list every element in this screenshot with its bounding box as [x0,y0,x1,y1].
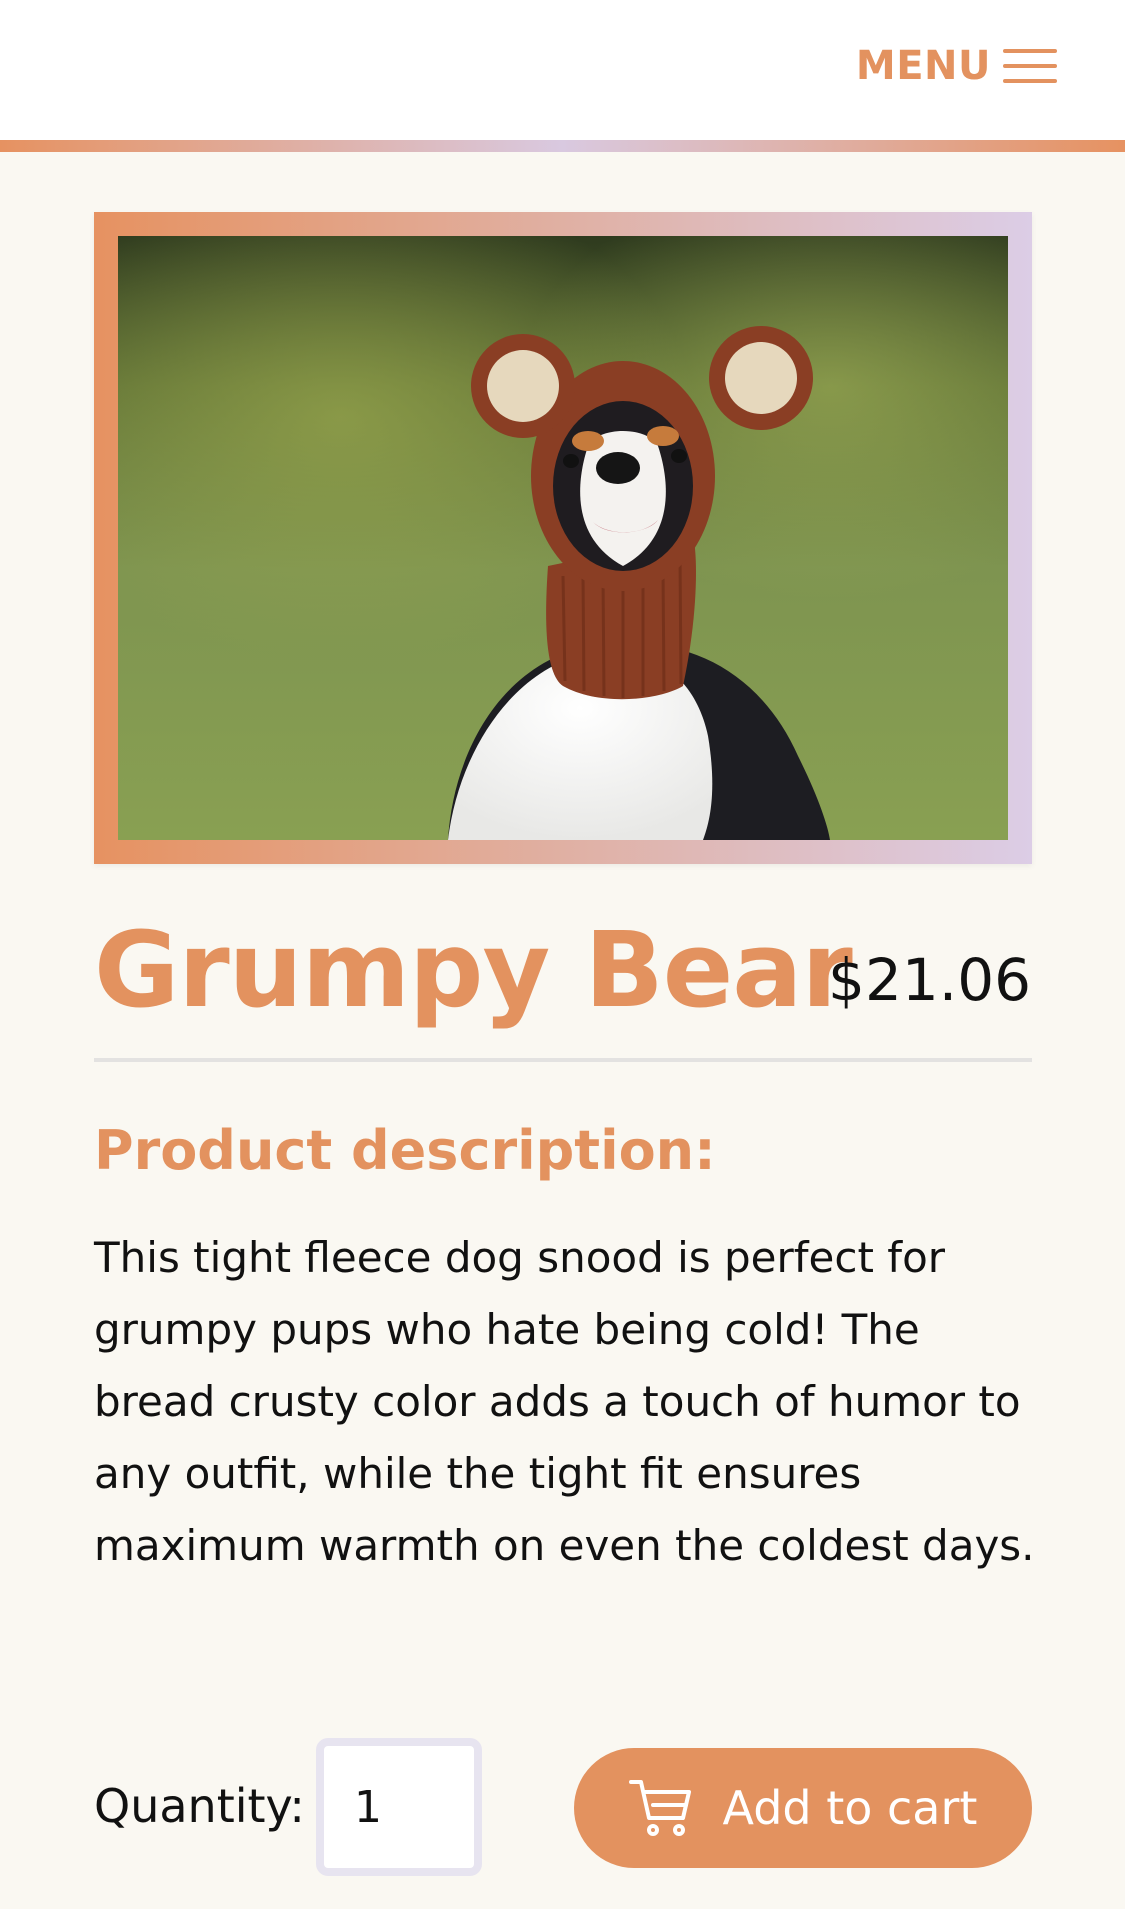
header-accent-bar [0,140,1125,152]
menu-label: MENU [855,43,991,89]
quantity-input[interactable] [316,1738,482,1876]
description-heading: Product description: [94,1119,716,1182]
quantity-label: Quantity: [94,1779,305,1833]
hamburger-icon [1003,49,1057,83]
menu-button[interactable]: MENU [856,42,1057,90]
product-description: This tight fleece dog snood is perfect f… [94,1233,1035,1570]
add-to-cart-button[interactable]: Add to cart [574,1748,1032,1868]
product-price: $21.06 [828,946,1031,1014]
cart-icon [628,1780,691,1836]
title-divider [94,1058,1032,1062]
site-header: MENU [0,0,1125,140]
add-to-cart-label: Add to cart [722,1781,978,1835]
product-title: Grumpy Bear [94,909,853,1031]
product-photo [118,236,1008,840]
product-image-frame [94,212,1032,864]
